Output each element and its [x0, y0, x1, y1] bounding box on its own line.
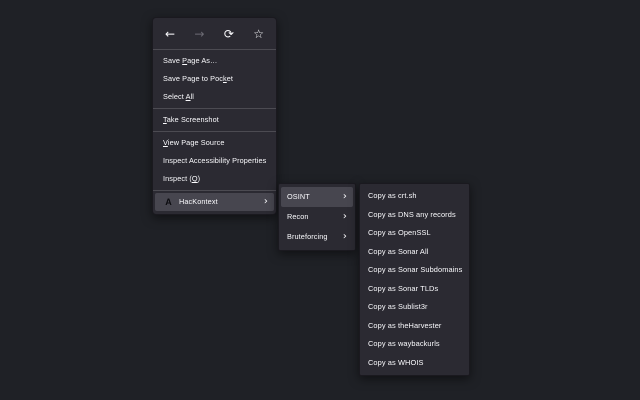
menu-separator: [153, 190, 276, 191]
forward-icon: →: [194, 27, 205, 41]
hackontext-submenu: OSINT › Recon › Bruteforcing ›: [278, 183, 356, 251]
menu-item-select-all[interactable]: Select All: [155, 88, 274, 106]
submenu-item-copy-as-waybackurls[interactable]: Copy as waybackurls: [362, 335, 467, 354]
menu-separator: [153, 131, 276, 132]
chevron-right-icon: ›: [342, 231, 347, 242]
context-menu-items: Save Page As… Save Page to Pocket Select A…: [153, 52, 276, 211]
menu-item-save-page-as[interactable]: Save Page As…: [155, 52, 274, 70]
menu-item-label: Copy as WHOIS: [368, 357, 424, 367]
submenu-item-copy-as-theharvester[interactable]: Copy as theHarvester: [362, 317, 467, 336]
submenu-item-copy-as-crt-sh[interactable]: Copy as crt.sh: [362, 187, 467, 206]
context-menu: ← → ⟳ ☆ Save Page As… Save Page to Pocket Sel…: [152, 17, 277, 215]
menu-item-label: Copy as Sublist3r: [368, 302, 428, 311]
submenu-item-copy-as-sonar-subdomains[interactable]: Copy as Sonar Subdomains: [362, 261, 467, 280]
osint-submenu-items: Copy as crt.sh Copy as DNS any records Cop…: [360, 187, 469, 372]
submenu-item-copy-as-sublist3r[interactable]: Copy as Sublist3r: [362, 298, 467, 317]
menu-item-save-page-to-pocket[interactable]: Save Page to Pocket: [155, 70, 274, 88]
menu-item-view-page-source[interactable]: View Page Source: [155, 134, 274, 152]
menu-item-label: Take Screenshot: [163, 115, 219, 124]
submenu-item-copy-as-sonar-all[interactable]: Copy as Sonar All: [362, 243, 467, 262]
osint-submenu: Copy as crt.sh Copy as DNS any records Cop…: [359, 183, 470, 376]
submenu-item-copy-as-whois[interactable]: Copy as WHOIS: [362, 354, 467, 373]
hackontext-logo-icon: A: [165, 197, 172, 207]
reload-icon[interactable]: ⟳: [224, 21, 234, 47]
submenu-item-copy-as-sonar-tlds[interactable]: Copy as Sonar TLDs: [362, 280, 467, 299]
menu-item-label: Inspect (Q): [163, 174, 201, 183]
menu-item-label: Copy as crt.sh: [368, 191, 417, 200]
menu-item-label: HacKontext: [179, 197, 218, 206]
submenu-item-copy-as-dns-any-records[interactable]: Copy as DNS any records: [362, 206, 467, 225]
menu-item-label: View Page Source: [163, 138, 225, 147]
menu-item-hackontext[interactable]: A HacKontext ›: [155, 193, 274, 211]
menu-item-label: Copy as Sonar Subdomains: [368, 265, 463, 274]
chevron-right-icon: ›: [342, 191, 347, 202]
menu-item-label: OSINT: [287, 192, 310, 201]
menu-separator: [153, 108, 276, 109]
menu-item-inspect-q[interactable]: Inspect (Q): [155, 170, 274, 188]
menu-item-label: Copy as Sonar All: [368, 246, 429, 256]
chevron-right-icon: ›: [263, 196, 268, 207]
menu-separator: [153, 49, 276, 50]
menu-item-label: Recon: [287, 212, 309, 221]
menu-item-take-screenshot[interactable]: Take Screenshot: [155, 111, 274, 129]
menu-item-label: Copy as Sonar TLDs: [368, 283, 439, 293]
menu-item-label: Save Page to Pocket: [163, 74, 234, 83]
submenu-item-osint[interactable]: OSINT ›: [281, 187, 353, 207]
submenu-item-bruteforcing[interactable]: Bruteforcing ›: [281, 227, 353, 247]
menu-item-label: Copy as OpenSSL: [368, 228, 431, 237]
back-icon[interactable]: ←: [165, 21, 175, 47]
navigation-toolbar: ← → ⟳ ☆: [153, 21, 276, 47]
menu-item-label: Select All: [163, 92, 195, 101]
chevron-right-icon: ›: [342, 211, 347, 222]
menu-item-label: Copy as waybackurls: [368, 339, 440, 348]
menu-item-inspect-accessibility-properties[interactable]: Inspect Accessibility Properties: [155, 152, 274, 170]
submenu-item-copy-as-openssl[interactable]: Copy as OpenSSL: [362, 224, 467, 243]
menu-item-label: Bruteforcing: [287, 232, 328, 241]
menu-item-label: Copy as theHarvester: [368, 320, 442, 330]
menu-item-label: Save Page As…: [163, 56, 218, 65]
bookmark-star-icon[interactable]: ☆: [253, 21, 264, 47]
hackontext-submenu-items: OSINT › Recon › Bruteforcing ›: [279, 187, 355, 247]
menu-item-label: Inspect Accessibility Properties: [163, 156, 267, 165]
submenu-item-recon[interactable]: Recon ›: [281, 207, 353, 227]
desktop-background: ← → ⟳ ☆ Save Page As… Save Page to Pocket Sel…: [0, 0, 640, 400]
menu-item-label: Copy as DNS any records: [368, 209, 456, 219]
